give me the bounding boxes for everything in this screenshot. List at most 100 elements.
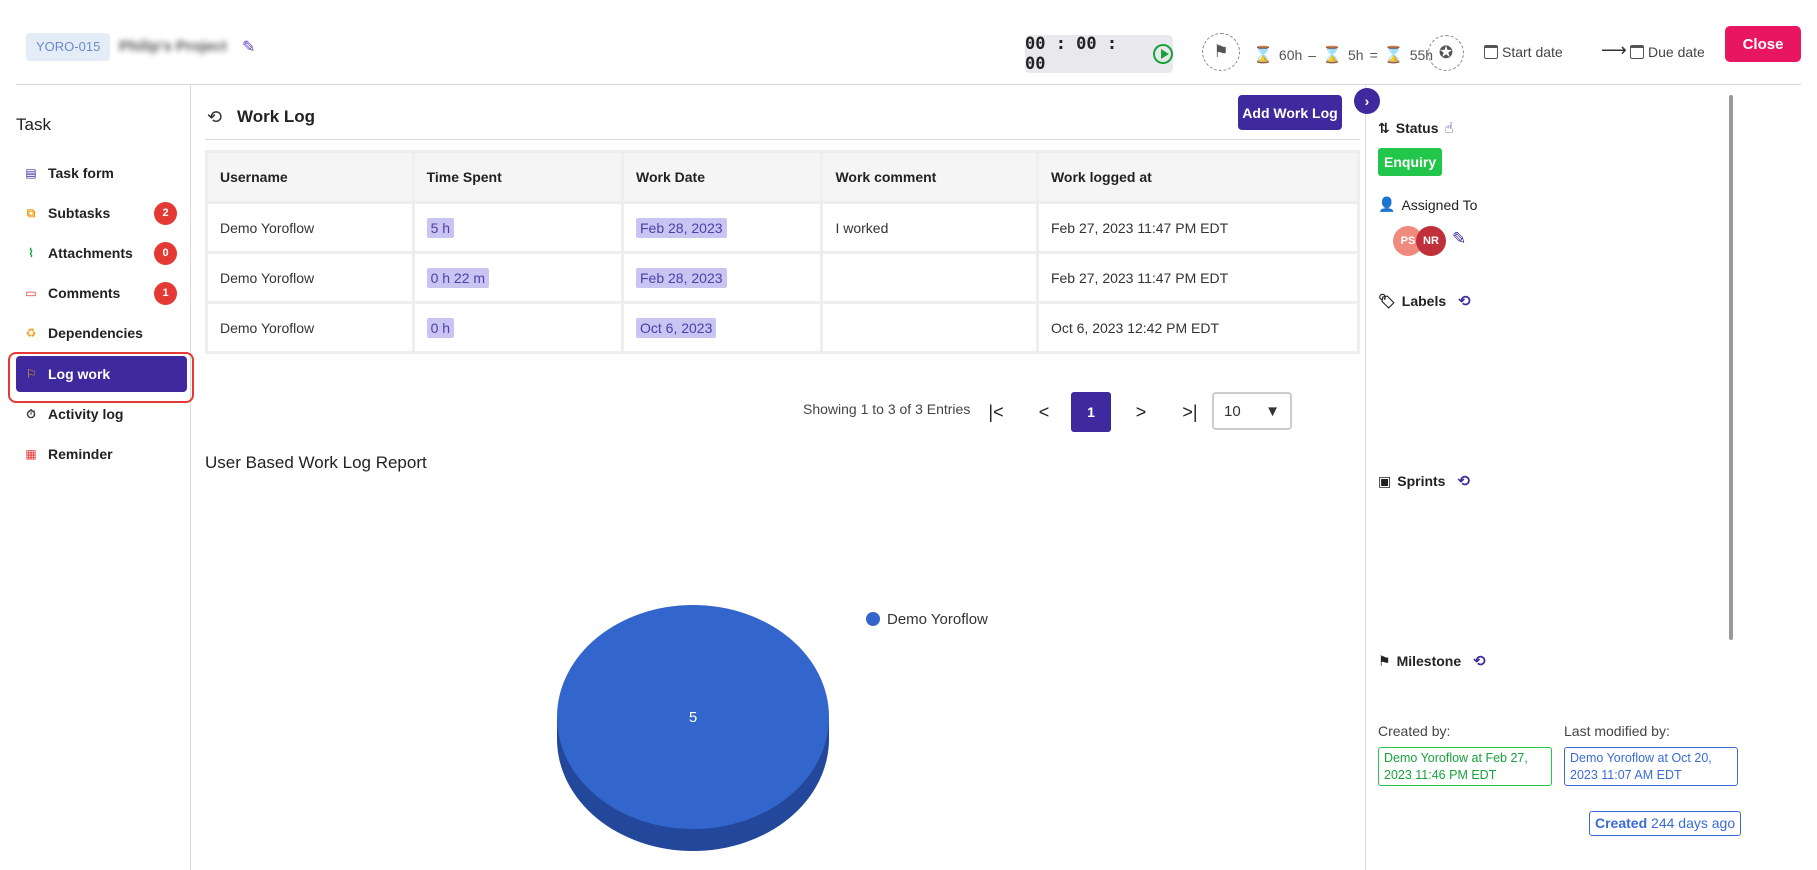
form-icon: ▤ [25, 166, 37, 180]
count-badge: 2 [154, 201, 177, 225]
labels-label: Labels [1401, 293, 1447, 309]
sidebar-item-label: Reminder [48, 446, 113, 462]
comment-icon: ▭ [25, 286, 37, 300]
created-age: 244 days ago [1651, 815, 1736, 831]
column-header[interactable]: Work logged at [1035, 150, 1361, 204]
start-date-picker[interactable]: Start date [1484, 44, 1563, 60]
timer-display: 00 : 00 : 00 [1025, 34, 1173, 74]
tag-icon: 🏷 [1378, 292, 1396, 309]
hourglass-icon: ⌛ [1322, 47, 1342, 64]
sidebar-item-label: Subtasks [48, 205, 111, 221]
column-header[interactable]: Username [205, 150, 415, 204]
priority-star-icon[interactable]: ✪ [1428, 35, 1464, 71]
worklog-table: Username Time Spent Work Date Work comment W… [205, 150, 1361, 354]
paperclip-icon: ⌇ [28, 246, 34, 260]
status-label: Status [1395, 120, 1439, 136]
status-section: ⇅ Status ☝ [1378, 119, 1454, 138]
column-header[interactable]: Time Spent [411, 150, 625, 204]
cell-value: 5 h [426, 217, 455, 238]
edit-assignee-icon[interactable]: ✎ [1452, 229, 1466, 249]
history-gear-icon: ⟲ [207, 107, 223, 127]
task-id-badge[interactable]: YORO-015 [26, 33, 111, 61]
link-icon[interactable]: ⟲ [1458, 292, 1471, 310]
calendar-icon [1484, 45, 1498, 59]
cell-value: Demo Yoroflow [220, 319, 315, 336]
due-date-label: Due date [1648, 44, 1705, 60]
page-size-select[interactable]: 10 ▼ [1212, 392, 1292, 430]
page-1-button[interactable]: 1 [1071, 392, 1111, 432]
worklog-header: ⟲ Work Log Add Work Log [205, 95, 1360, 140]
project-name: Philip's Project [119, 38, 227, 55]
sidebar-item-reminder[interactable]: ▦ Reminder [16, 436, 187, 472]
table-cell [820, 301, 1039, 354]
hourglass-icon: ⌛ [1253, 47, 1273, 64]
table-row[interactable]: Demo Yoroflow 5 h Feb 28, 2023 I worked Feb … [205, 201, 1361, 254]
legend-label[interactable]: Demo Yoroflow [887, 611, 988, 628]
legend-swatch[interactable] [866, 612, 880, 626]
sidebar-item-label: Comments [48, 285, 121, 301]
table-cell: Feb 27, 2023 11:47 PM EDT [1035, 201, 1361, 254]
table-cell: Demo Yoroflow [205, 251, 415, 304]
edit-pencil-icon[interactable]: ✎ [242, 37, 255, 57]
flag-add-icon[interactable]: ⚑ [1202, 33, 1240, 71]
last-page-button[interactable]: >| [1170, 392, 1210, 432]
sidebar-item-label: Dependencies [48, 325, 143, 341]
stopwatch-icon: ⏱ [26, 406, 36, 421]
table-cell: Oct 6, 2023 12:42 PM EDT [1035, 301, 1361, 354]
sidebar-item-subtasks[interactable]: ⧉ Subtasks 2 [16, 195, 187, 231]
work-log-pie-chart: 5 Demo Yoroflow [557, 605, 988, 851]
cell-value: 0 h [426, 317, 455, 338]
collapse-panel-button[interactable]: › [1354, 88, 1380, 114]
avatar[interactable]: NR [1416, 226, 1446, 256]
user-check-icon: 👤 [1378, 196, 1396, 212]
main-content: ⟲ Work Log Add Work Log Username Time Spe… [205, 95, 1361, 870]
subtasks-icon: ⧉ [26, 205, 36, 220]
table-cell: I worked [820, 201, 1039, 254]
estimate-hours: 60h [1278, 47, 1303, 63]
minus-sign: – [1308, 47, 1317, 63]
due-date-picker[interactable]: Due date [1630, 44, 1705, 60]
table-row[interactable]: Demo Yoroflow 0 h Oct 6, 2023 Oct 6, 2023 1… [205, 301, 1361, 354]
sidebar-item-label: Task form [48, 165, 114, 181]
sidebar-item-comments[interactable]: ▭ Comments 1 [16, 275, 187, 311]
add-work-log-button[interactable]: Add Work Log [1238, 95, 1342, 130]
dropdown-arrow-icon: ▼ [1265, 402, 1280, 420]
task-header: YORO-015 Philip's Project ✎ 00 : 00 : 00… [16, 0, 1801, 85]
worklog-title: Work Log [237, 107, 316, 126]
sidebar-item-label: Activity log [48, 406, 124, 422]
cell-value: Feb 28, 2023 [636, 217, 727, 238]
created-by-value: Demo Yoroflow at Feb 27, 2023 11:46 PM E… [1378, 747, 1552, 786]
flag-icon: ⚑ [1378, 652, 1391, 669]
close-button[interactable]: Close [1725, 26, 1801, 62]
link-icon[interactable]: ⟲ [1457, 472, 1470, 490]
avatar-initials: PS [1400, 235, 1416, 247]
created-by-label: Created by: [1378, 723, 1451, 739]
prev-page-button[interactable]: < [1024, 392, 1064, 432]
panel-scrollbar[interactable] [1729, 95, 1733, 640]
table-cell: 5 h [411, 201, 625, 254]
column-header[interactable]: Work comment [820, 150, 1039, 204]
sidebar-item-task-form[interactable]: ▤ Task form [16, 155, 187, 191]
table-cell [820, 251, 1039, 304]
table-cell: 0 h 22 m [411, 251, 625, 304]
play-icon[interactable] [1153, 44, 1173, 64]
first-page-button[interactable]: |< [976, 392, 1016, 432]
cell-value: Demo Yoroflow [220, 219, 315, 236]
report-title: User Based Work Log Report [205, 453, 427, 472]
equals-sign: = [1369, 47, 1378, 63]
status-badge[interactable]: Enquiry [1378, 148, 1443, 176]
active-highlight-frame [8, 352, 194, 403]
next-page-button[interactable]: > [1121, 392, 1161, 432]
table-row[interactable]: Demo Yoroflow 0 h 22 m Feb 28, 2023 Feb 27,… [205, 251, 1361, 304]
cell-value: Feb 27, 2023 11:47 PM EDT [1050, 219, 1229, 236]
milestone-label: Milestone [1396, 653, 1462, 669]
cell-value: Oct 6, 2023 [636, 317, 717, 338]
hand-pointer-icon[interactable]: ☝ [1445, 119, 1454, 137]
link-icon[interactable]: ⟲ [1473, 652, 1486, 670]
table-cell: Demo Yoroflow [205, 201, 415, 254]
sidebar-item-attachments[interactable]: ⌇ Attachments 0 [16, 235, 187, 271]
sidebar-item-dependencies[interactable]: ♻ Dependencies [16, 315, 187, 351]
column-header[interactable]: Work Date [620, 150, 824, 204]
table-cell: Feb 27, 2023 11:47 PM EDT [1035, 251, 1361, 304]
pie-data-label: 5 [689, 709, 697, 726]
